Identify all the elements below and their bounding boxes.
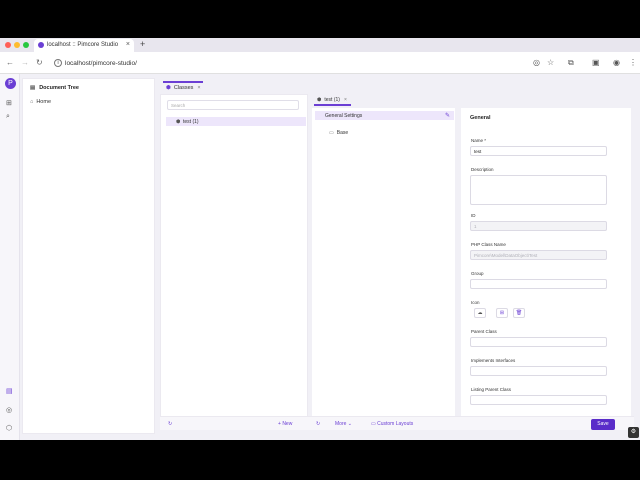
- overlay-widget-icon[interactable]: ⚙: [628, 427, 639, 438]
- search-icon[interactable]: ⌕: [6, 113, 10, 121]
- pimcore-studio-app: P ⊞ ⌕ ▤ ◎ ⬡ ▤ Document Tree ⌂ Home ⬢ Classe…: [0, 74, 640, 440]
- reload-class-icon[interactable]: ↻: [316, 421, 320, 427]
- description-field[interactable]: [470, 175, 607, 205]
- maximize-window-button[interactable]: [23, 42, 29, 48]
- url-text: localhost/pimcore-studio/: [65, 60, 137, 67]
- browser-window: localhost :: Pimcore Studio × + ← → ↻ i …: [0, 38, 640, 440]
- tab-classes-label: Classes: [173, 85, 194, 91]
- reload-list-icon[interactable]: ↻: [168, 421, 172, 427]
- reload-icon[interactable]: ↻: [36, 58, 43, 67]
- folder-icon: ▭: [329, 130, 334, 136]
- class-icon: ⬢: [176, 119, 181, 125]
- editor-tab-bar: ⬢ test (1) ×: [309, 94, 634, 108]
- parent-class-label: Parent Class: [471, 329, 497, 334]
- description-label: Description: [471, 167, 494, 172]
- layout-item-base[interactable]: ▭ Base: [329, 130, 348, 136]
- incognito-icon[interactable]: ◎: [533, 58, 540, 67]
- close-tab-icon[interactable]: ×: [344, 97, 347, 103]
- document-tree-title: Document Tree: [39, 85, 79, 91]
- document-tree-icon: ▤: [30, 85, 36, 91]
- close-tab-icon[interactable]: ×: [197, 85, 200, 91]
- name-field[interactable]: test: [470, 146, 607, 156]
- class-list-panel: Search ⬢ test (1): [160, 94, 308, 430]
- listing-parent-field[interactable]: [470, 395, 607, 405]
- document-icon[interactable]: ▤: [6, 387, 13, 395]
- sidepanel-icon[interactable]: ▣: [592, 58, 600, 67]
- icon-delete-icon[interactable]: 🗑: [513, 308, 525, 318]
- more-label: More: [335, 421, 347, 427]
- class-list-item[interactable]: ⬢ test (1): [166, 117, 306, 126]
- close-tab-icon[interactable]: ×: [126, 41, 130, 48]
- layout-icon: ▭: [371, 421, 376, 427]
- id-label: ID: [471, 213, 476, 218]
- address-bar[interactable]: i localhost/pimcore-studio/: [52, 57, 532, 70]
- layout-item-label: General Settings: [325, 113, 363, 119]
- forward-arrow-icon[interactable]: →: [21, 58, 29, 67]
- chevron-down-icon: ⌄: [347, 421, 352, 427]
- custom-layouts-button[interactable]: ▭ Custom Layouts: [371, 421, 413, 427]
- edit-pencil-icon[interactable]: ✎: [445, 112, 450, 119]
- data-objects-icon[interactable]: ⬡: [6, 424, 12, 432]
- listing-parent-label: Listing Parent Class: [471, 387, 512, 392]
- back-arrow-icon[interactable]: ←: [6, 58, 14, 67]
- implements-field[interactable]: [470, 366, 607, 376]
- extensions-icon[interactable]: ⧉: [568, 58, 574, 68]
- layout-item-label: Base: [336, 130, 349, 136]
- left-rail: P ⊞ ⌕ ▤ ◎ ⬡: [0, 74, 20, 440]
- custom-layouts-label: Custom Layouts: [377, 421, 414, 427]
- new-class-button[interactable]: + New: [278, 421, 292, 427]
- tree-item-home[interactable]: ⌂ Home: [30, 99, 51, 105]
- form-title: General: [470, 115, 491, 121]
- class-icon: ⬢: [317, 97, 322, 103]
- window-controls: [5, 42, 29, 48]
- document-tree-panel: ▤ Document Tree ⌂ Home: [22, 78, 155, 434]
- php-class-field: Pimcore\Model\DataObject\Test: [470, 250, 607, 260]
- editor-footer: ↻ + New ↻ More ⌄ ▭ Custom Layouts Save: [160, 416, 634, 430]
- pimcore-favicon-icon: [38, 42, 44, 48]
- icon-preview-icon[interactable]: ☁: [474, 308, 486, 318]
- save-button[interactable]: Save: [591, 419, 615, 430]
- new-class-label: New: [282, 421, 293, 427]
- user-avatar[interactable]: P: [5, 78, 16, 89]
- browser-tab[interactable]: localhost :: Pimcore Studio ×: [34, 39, 134, 52]
- id-field: 1: [470, 221, 607, 231]
- general-settings-form: General Name * test Description ID 1 PHP…: [461, 108, 631, 430]
- tab-classes[interactable]: ⬢ Classes ×: [163, 81, 203, 93]
- more-menu-button[interactable]: More ⌄: [335, 421, 352, 427]
- browser-tab-title: localhost :: Pimcore Studio: [47, 42, 119, 48]
- class-list-item-label: test (1): [183, 119, 199, 125]
- group-label: Group: [471, 271, 484, 276]
- close-window-button[interactable]: [5, 42, 11, 48]
- browser-tab-strip: localhost :: Pimcore Studio × +: [0, 38, 640, 52]
- parent-class-field[interactable]: [470, 337, 607, 347]
- bookmark-star-icon[interactable]: ☆: [547, 58, 554, 67]
- document-tree-header: ▤ Document Tree: [30, 85, 79, 91]
- home-icon: ⌂: [30, 99, 34, 105]
- assets-icon[interactable]: ◎: [6, 406, 12, 414]
- class-search-input[interactable]: Search: [167, 100, 299, 110]
- icon-browse-icon[interactable]: ⊞: [496, 308, 508, 318]
- implements-label: Implements Interfaces: [471, 358, 516, 363]
- tab-class-editor-label: test (1): [324, 97, 340, 103]
- php-class-label: PHP Class Name: [471, 242, 506, 247]
- classes-icon: ⬢: [166, 85, 171, 91]
- site-info-icon[interactable]: i: [54, 59, 62, 67]
- layout-item-general-settings[interactable]: General Settings ✎: [315, 111, 454, 120]
- name-label: Name *: [471, 138, 487, 143]
- grid-icon[interactable]: ⊞: [6, 99, 12, 107]
- profile-icon[interactable]: ◉: [613, 58, 620, 67]
- tab-class-editor[interactable]: ⬢ test (1) ×: [314, 94, 351, 106]
- group-field[interactable]: [470, 279, 607, 289]
- layout-tree-panel: General Settings ✎ ▭ Base: [312, 108, 455, 430]
- browser-toolbar: ← → ↻ i localhost/pimcore-studio/ ◎ ☆ ⧉ …: [0, 52, 640, 74]
- icon-label: Icon: [471, 300, 480, 305]
- new-tab-button[interactable]: +: [140, 39, 145, 49]
- minimize-window-button[interactable]: [14, 42, 20, 48]
- menu-kebab-icon[interactable]: ⋮: [629, 58, 637, 67]
- tree-item-label: Home: [36, 99, 51, 105]
